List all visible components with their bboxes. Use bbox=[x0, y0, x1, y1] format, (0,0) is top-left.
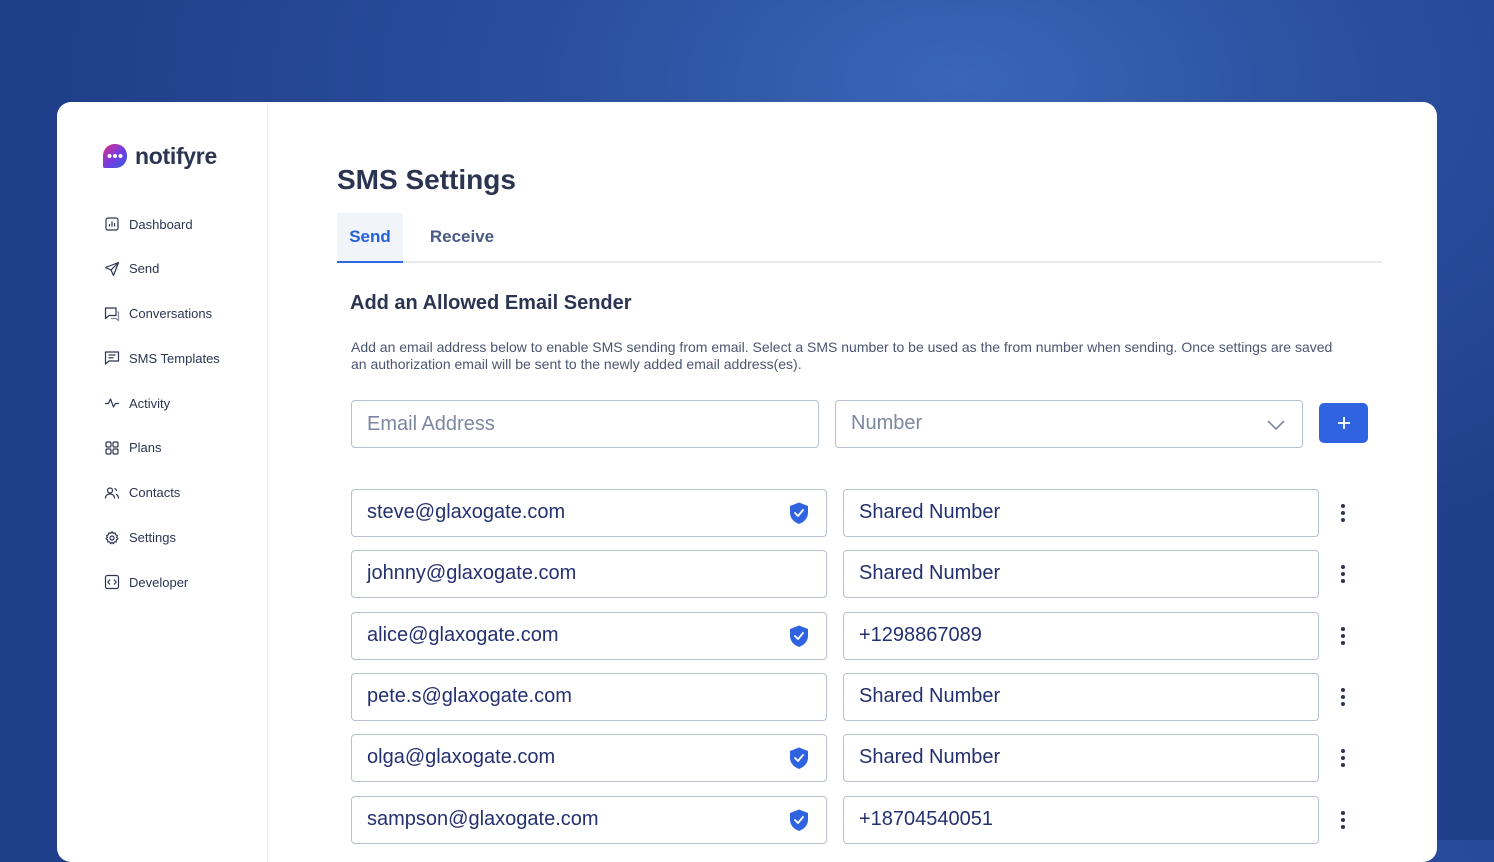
conversations-icon bbox=[104, 306, 120, 322]
chevron-down-icon bbox=[1267, 420, 1285, 431]
sidebar-item-label: Developer bbox=[129, 574, 189, 590]
sender-number-value: Shared Number bbox=[859, 562, 1001, 585]
sender-number-field[interactable]: Shared Number bbox=[843, 489, 1319, 537]
section-description: Add an email address below to enable SMS… bbox=[351, 339, 1333, 372]
number-select[interactable]: Number bbox=[835, 400, 1303, 448]
sender-number-value: Shared Number bbox=[859, 746, 1001, 769]
row-more-options-icon[interactable] bbox=[1337, 501, 1349, 525]
sidebar-item-dashboard[interactable]: Dashboard bbox=[104, 214, 220, 234]
sender-number-field[interactable]: +18704540051 bbox=[843, 795, 1319, 844]
sender-number-field[interactable]: Shared Number bbox=[843, 550, 1319, 599]
sidebar-item-send[interactable]: Send bbox=[104, 259, 220, 279]
section-title: Add an Allowed Email Sender bbox=[350, 292, 632, 314]
verified-shield-icon bbox=[788, 808, 810, 832]
sender-email-value: steve@glaxogate.com bbox=[367, 501, 566, 523]
email-address-input[interactable] bbox=[352, 401, 818, 447]
sender-row: alice@glaxogate.com +1298867089 bbox=[351, 611, 1371, 660]
notifyre-logo-icon bbox=[103, 144, 127, 168]
verified-shield-icon bbox=[788, 746, 810, 770]
sender-email-field[interactable]: alice@glaxogate.com bbox=[351, 611, 827, 660]
send-icon bbox=[104, 261, 120, 277]
sender-email-value: alice@glaxogate.com bbox=[367, 623, 559, 646]
sidebar-item-label: Activity bbox=[129, 395, 171, 411]
sender-number-field[interactable]: Shared Number bbox=[843, 672, 1319, 721]
sidebar-item-label: Contacts bbox=[129, 485, 181, 501]
sidebar-item-contacts[interactable]: Contacts bbox=[104, 483, 220, 503]
sender-email-value: sampson@glaxogate.com bbox=[367, 807, 599, 830]
add-sender-button[interactable] bbox=[1319, 403, 1368, 443]
number-select-placeholder: Number bbox=[851, 412, 923, 434]
sidebar-item-label: SMS Templates bbox=[129, 350, 220, 366]
contacts-icon bbox=[104, 485, 120, 501]
sender-email-field[interactable]: olga@glaxogate.com bbox=[351, 734, 827, 783]
plans-icon bbox=[104, 440, 120, 456]
sidebar-item-sms-templates[interactable]: SMS Templates bbox=[104, 348, 220, 368]
sender-row: johnny@glaxogate.com Shared Number bbox=[351, 550, 1371, 599]
dashboard-icon bbox=[104, 216, 120, 232]
sender-email-field[interactable]: steve@glaxogate.com bbox=[351, 489, 827, 537]
sidebar: notifyre Dashboard Send Conversations SM… bbox=[57, 102, 268, 862]
sms-templates-icon bbox=[104, 350, 120, 366]
sidebar-item-label: Dashboard bbox=[129, 216, 193, 232]
sender-number-value: Shared Number bbox=[859, 684, 1001, 707]
sender-number-value: +18704540051 bbox=[859, 807, 994, 830]
tab-receive[interactable]: Receive bbox=[419, 213, 505, 261]
sender-number-field[interactable]: Shared Number bbox=[843, 734, 1319, 783]
sender-row: pete.s@glaxogate.com Shared Number bbox=[351, 672, 1371, 721]
sender-email-value: pete.s@glaxogate.com bbox=[367, 684, 572, 707]
row-more-options-icon[interactable] bbox=[1337, 562, 1349, 586]
sender-number-value: Shared Number bbox=[859, 501, 1001, 523]
sidebar-item-label: Conversations bbox=[129, 306, 213, 322]
verified-shield-icon bbox=[788, 624, 810, 648]
developer-icon bbox=[104, 574, 120, 590]
verified-shield-icon bbox=[788, 501, 810, 525]
tab-send[interactable]: Send bbox=[337, 213, 403, 263]
row-more-options-icon[interactable] bbox=[1337, 685, 1349, 709]
row-more-options-icon[interactable] bbox=[1337, 624, 1349, 648]
sidebar-item-developer[interactable]: Developer bbox=[104, 572, 220, 592]
row-more-options-icon[interactable] bbox=[1337, 808, 1349, 832]
sender-number-value: +1298867089 bbox=[859, 623, 982, 646]
page-title: SMS Settings bbox=[337, 164, 516, 195]
settings-tabs: Send Receive bbox=[337, 213, 1382, 263]
sender-number-field[interactable]: +1298867089 bbox=[843, 611, 1319, 660]
brand-name: notifyre bbox=[135, 142, 217, 169]
sidebar-item-activity[interactable]: Activity bbox=[104, 393, 220, 413]
sidebar-nav: Dashboard Send Conversations SMS Templat… bbox=[104, 214, 220, 617]
sender-email-value: johnny@glaxogate.com bbox=[367, 562, 577, 585]
sidebar-item-label: Send bbox=[129, 261, 160, 277]
app-card: notifyre Dashboard Send Conversations SM… bbox=[57, 102, 1437, 862]
sender-email-field[interactable]: johnny@glaxogate.com bbox=[351, 550, 827, 599]
sender-row: steve@glaxogate.com Shared Number bbox=[351, 489, 1371, 537]
sender-email-value: olga@glaxogate.com bbox=[367, 746, 556, 769]
brand-logo[interactable]: notifyre bbox=[101, 142, 217, 170]
email-address-field bbox=[351, 400, 819, 448]
sidebar-item-settings[interactable]: Settings bbox=[104, 528, 220, 548]
sidebar-item-conversations[interactable]: Conversations bbox=[104, 304, 220, 324]
sidebar-item-label: Settings bbox=[129, 530, 176, 546]
sender-row: sampson@glaxogate.com +18704540051 bbox=[351, 795, 1371, 844]
sidebar-item-label: Plans bbox=[129, 440, 162, 456]
settings-icon bbox=[104, 530, 120, 546]
sender-email-field[interactable]: sampson@glaxogate.com bbox=[351, 795, 827, 844]
sender-email-field[interactable]: pete.s@glaxogate.com bbox=[351, 672, 827, 721]
row-more-options-icon[interactable] bbox=[1337, 746, 1349, 770]
plus-icon bbox=[1337, 417, 1350, 429]
activity-icon bbox=[104, 395, 120, 411]
sender-row: olga@glaxogate.com Shared Number bbox=[351, 734, 1371, 783]
sidebar-item-plans[interactable]: Plans bbox=[104, 438, 220, 458]
